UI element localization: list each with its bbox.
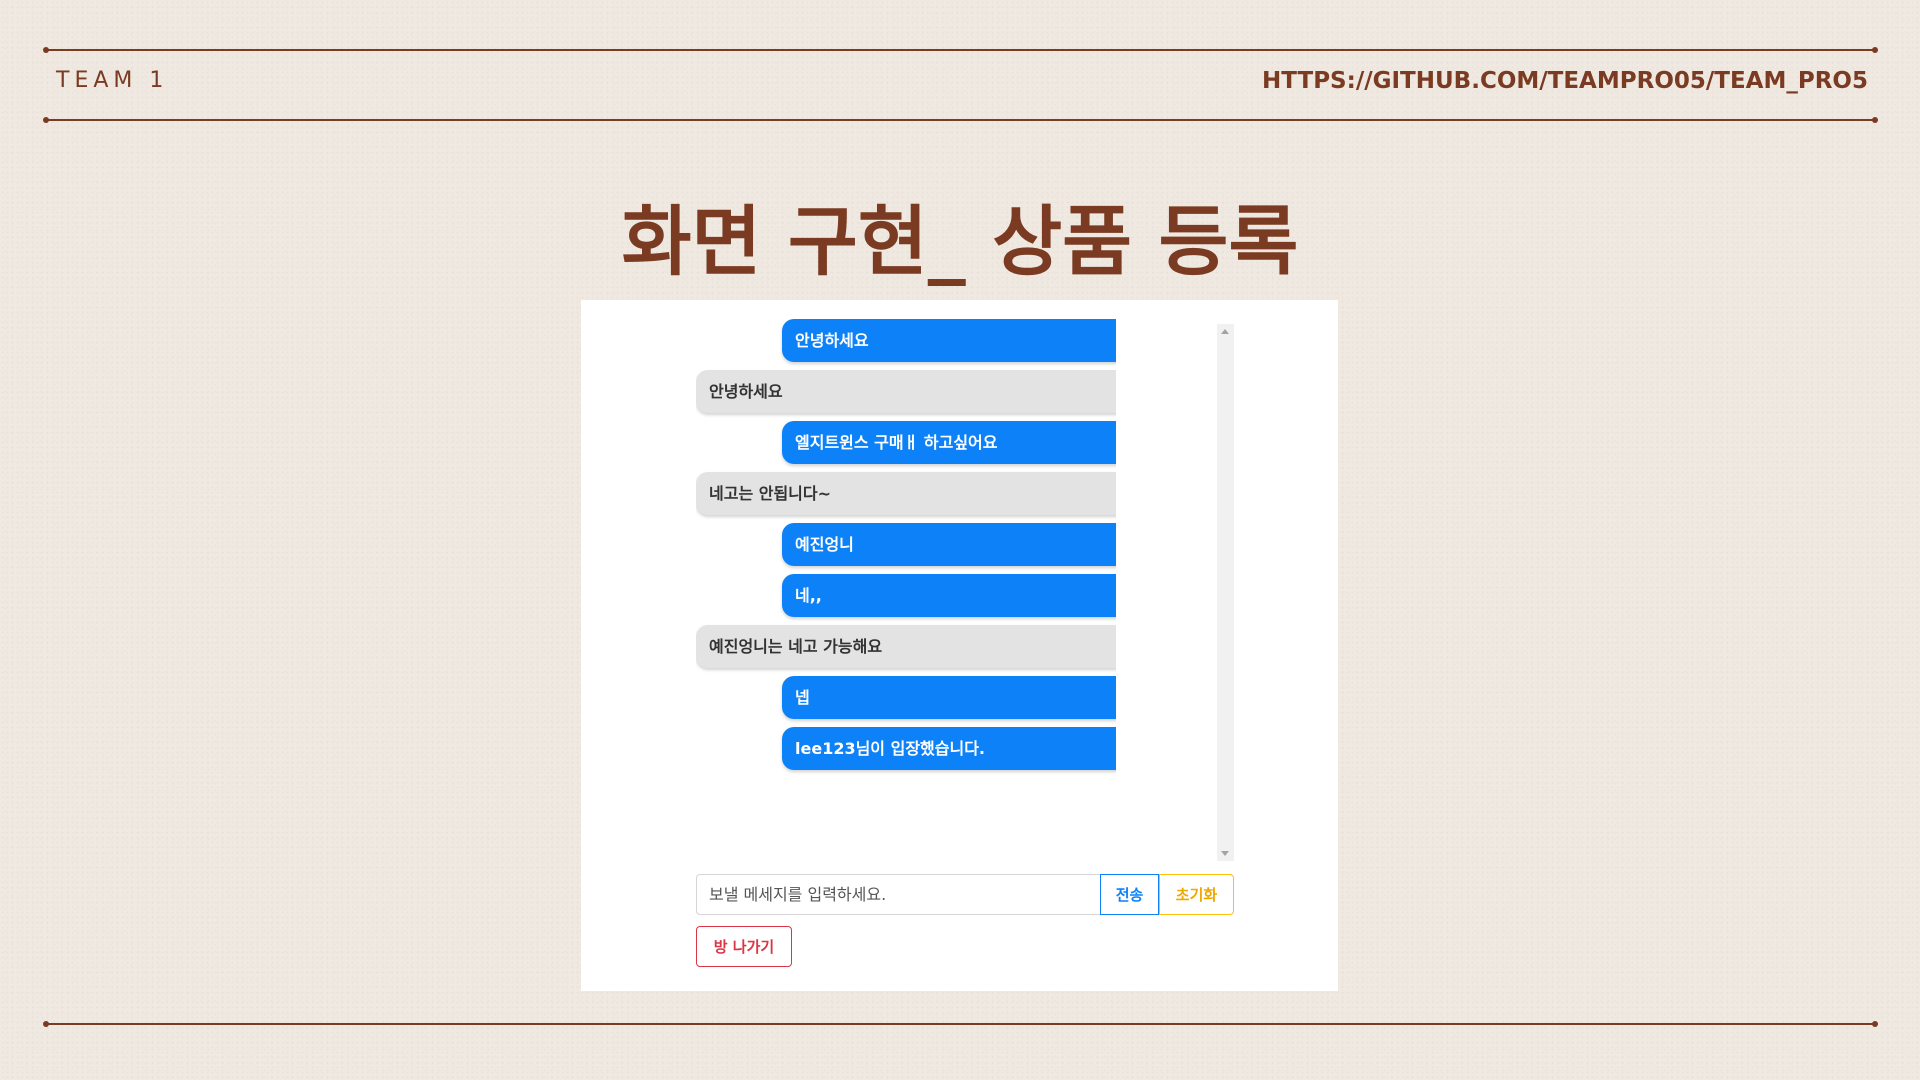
header-rule [43,117,1878,123]
slide-title: 화면 구현_ 상품 등록 [621,197,1299,286]
chat-message-sent: lee123님이 입장했습니다. [782,727,1116,770]
chat-message-sent: 안녕하세요 [782,319,1116,362]
chat-message-received: 안녕하세요 [696,370,1116,413]
chat-message-sent: 네,, [782,574,1116,617]
chat-message-sent: 엘지트윈스 구매ㅐ 하고싶어요 [782,421,1116,464]
chat-screenshot: 안녕하세요 안녕하세요 엘지트윈스 구매ㅐ 하고싶어요 네고는 안됩니다~ 예진… [581,300,1338,991]
repo-url[interactable]: HTTPS://GITHUB.COM/TEAMPRO05/TEAM_PRO5 [1262,68,1868,94]
chat-message-received: 예진엉니는 네고 가능해요 [696,625,1116,668]
chat-message-sent: 넵 [782,676,1116,719]
chat-log: 안녕하세요 안녕하세요 엘지트윈스 구매ㅐ 하고싶어요 네고는 안됩니다~ 예진… [696,319,1116,841]
leave-room-button[interactable]: 방 나가기 [696,926,792,967]
chat-scrollbar[interactable] [1217,324,1234,861]
message-input-row: 전송 초기화 [696,874,1234,915]
top-rule [43,47,1878,53]
bottom-rule [43,1021,1878,1027]
chat-message-sent: 예진엉니 [782,523,1116,566]
reset-button[interactable]: 초기화 [1159,874,1234,915]
team-label: TEAM 1 [56,68,169,93]
chat-message-received: 네고는 안됩니다~ [696,472,1116,515]
message-input[interactable] [696,874,1100,915]
scroll-down-arrow-icon[interactable] [1221,851,1229,856]
send-button[interactable]: 전송 [1100,874,1159,915]
scroll-up-arrow-icon[interactable] [1221,329,1229,334]
